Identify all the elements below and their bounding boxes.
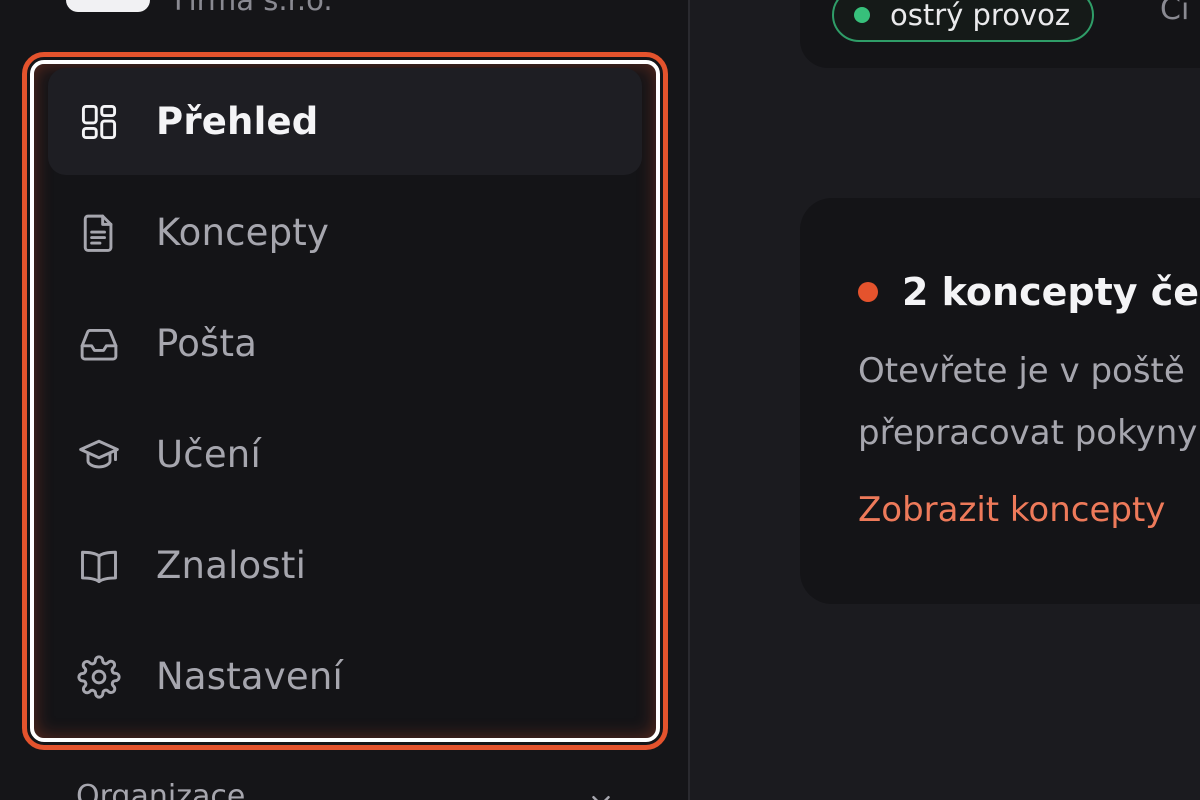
drafts-alert-card: 2 koncepty čekají Otevřete je v poště př… — [800, 198, 1200, 604]
environment-status-label: ostrý provoz — [890, 0, 1071, 32]
organization-section-label: Organizace — [76, 778, 246, 800]
view-drafts-link[interactable]: Zobrazit koncepty — [858, 490, 1165, 530]
status-card: ostrý provoz Či — [800, 0, 1200, 68]
sidebar-item-znalosti[interactable]: Znalosti — [48, 512, 642, 619]
alert-title-row: 2 koncepty čekají — [858, 270, 1200, 314]
book-icon — [76, 543, 122, 589]
org-header[interactable]: Firma s.r.o. — [66, 0, 333, 17]
sidebar-item-label: Přehled — [156, 100, 319, 143]
org-name: Firma s.r.o. — [174, 0, 333, 17]
organization-section-toggle[interactable]: Organizace — [76, 776, 616, 800]
main-content: ostrý provoz Či 2 koncepty čekají Otevře… — [692, 0, 1200, 800]
sidebar-item-label: Učení — [156, 433, 261, 476]
alert-body-line: přepracovat pokyny — [858, 413, 1198, 453]
alert-dot-icon — [858, 282, 878, 302]
sidebar-item-label: Pošta — [156, 322, 258, 365]
sidebar-item-posta[interactable]: Pošta — [48, 290, 642, 397]
alert-body-line: Otevřete je v poště — [858, 351, 1185, 391]
sidebar-nav: Přehled Koncepty Pošta Učení Znalosti Na… — [48, 68, 642, 734]
sidebar-item-label: Koncepty — [156, 211, 330, 254]
org-logo — [66, 0, 150, 12]
sidebar-item-prehled[interactable]: Přehled — [48, 68, 642, 175]
document-icon — [76, 210, 122, 256]
sidebar-item-label: Znalosti — [156, 544, 307, 587]
graduation-cap-icon — [76, 432, 122, 478]
sidebar: Firma s.r.o. Přehled Koncepty Pošta Učen… — [0, 0, 690, 800]
chevron-down-icon — [586, 786, 616, 800]
dashboard-icon — [76, 99, 122, 145]
environment-status-badge[interactable]: ostrý provoz — [832, 0, 1095, 42]
status-dot-icon — [854, 7, 870, 23]
sidebar-item-uceni[interactable]: Učení — [48, 401, 642, 508]
app-window: Firma s.r.o. Přehled Koncepty Pošta Učen… — [0, 0, 1200, 800]
gear-icon — [76, 654, 122, 700]
alert-title: 2 koncepty čekají — [902, 270, 1200, 314]
sidebar-item-koncepty[interactable]: Koncepty — [48, 179, 642, 286]
status-card-extra-text: Či — [1160, 0, 1190, 27]
inbox-icon — [76, 321, 122, 367]
alert-body: Otevřete je v poště přepracovat pokyny — [858, 340, 1200, 464]
sidebar-item-nastaveni[interactable]: Nastavení — [48, 623, 642, 730]
sidebar-item-label: Nastavení — [156, 655, 343, 698]
